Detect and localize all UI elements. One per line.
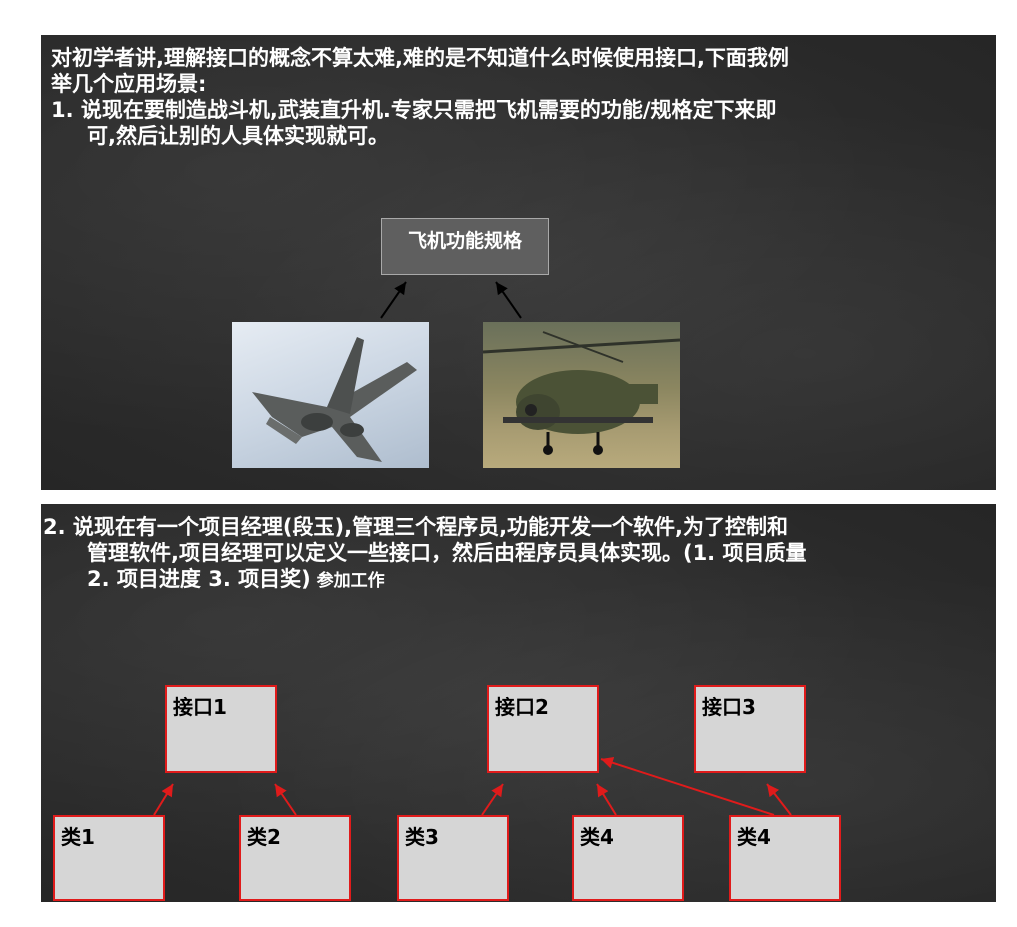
arrow-heli-to-spec [495,281,522,319]
arrow-class3-to-interface2 [481,783,504,816]
chalkboard-scenario-2: 2. 说现在有一个项目经理(段玉),管理三个程序员,功能开发一个软件,为了控制和… [41,504,996,902]
interface-3-box: 接口3 [694,685,806,773]
interface-2-box: 接口2 [487,685,599,773]
chalkboard-scenario-1: 对初学者讲,理解接口的概念不算太难,难的是不知道什么时候使用接口,下面我例 举几… [41,35,996,490]
class-4b-box: 类4 [729,815,841,901]
class-2-box: 类2 [239,815,351,901]
arrow-class1-to-interface1 [153,783,174,816]
bomber-photo [232,322,429,468]
class-4-box: 类4 [572,815,684,901]
arrow-class4-to-interface2 [596,783,617,816]
class-3-box: 类3 [397,815,509,901]
helicopter-photo [483,322,680,468]
arrow-class4b-to-interface3 [766,783,792,816]
class-1-box: 类1 [53,815,165,901]
arrow-bomber-to-spec [380,281,407,319]
arrow-class2-to-interface1 [274,783,297,816]
interface-1-box: 接口1 [165,685,277,773]
